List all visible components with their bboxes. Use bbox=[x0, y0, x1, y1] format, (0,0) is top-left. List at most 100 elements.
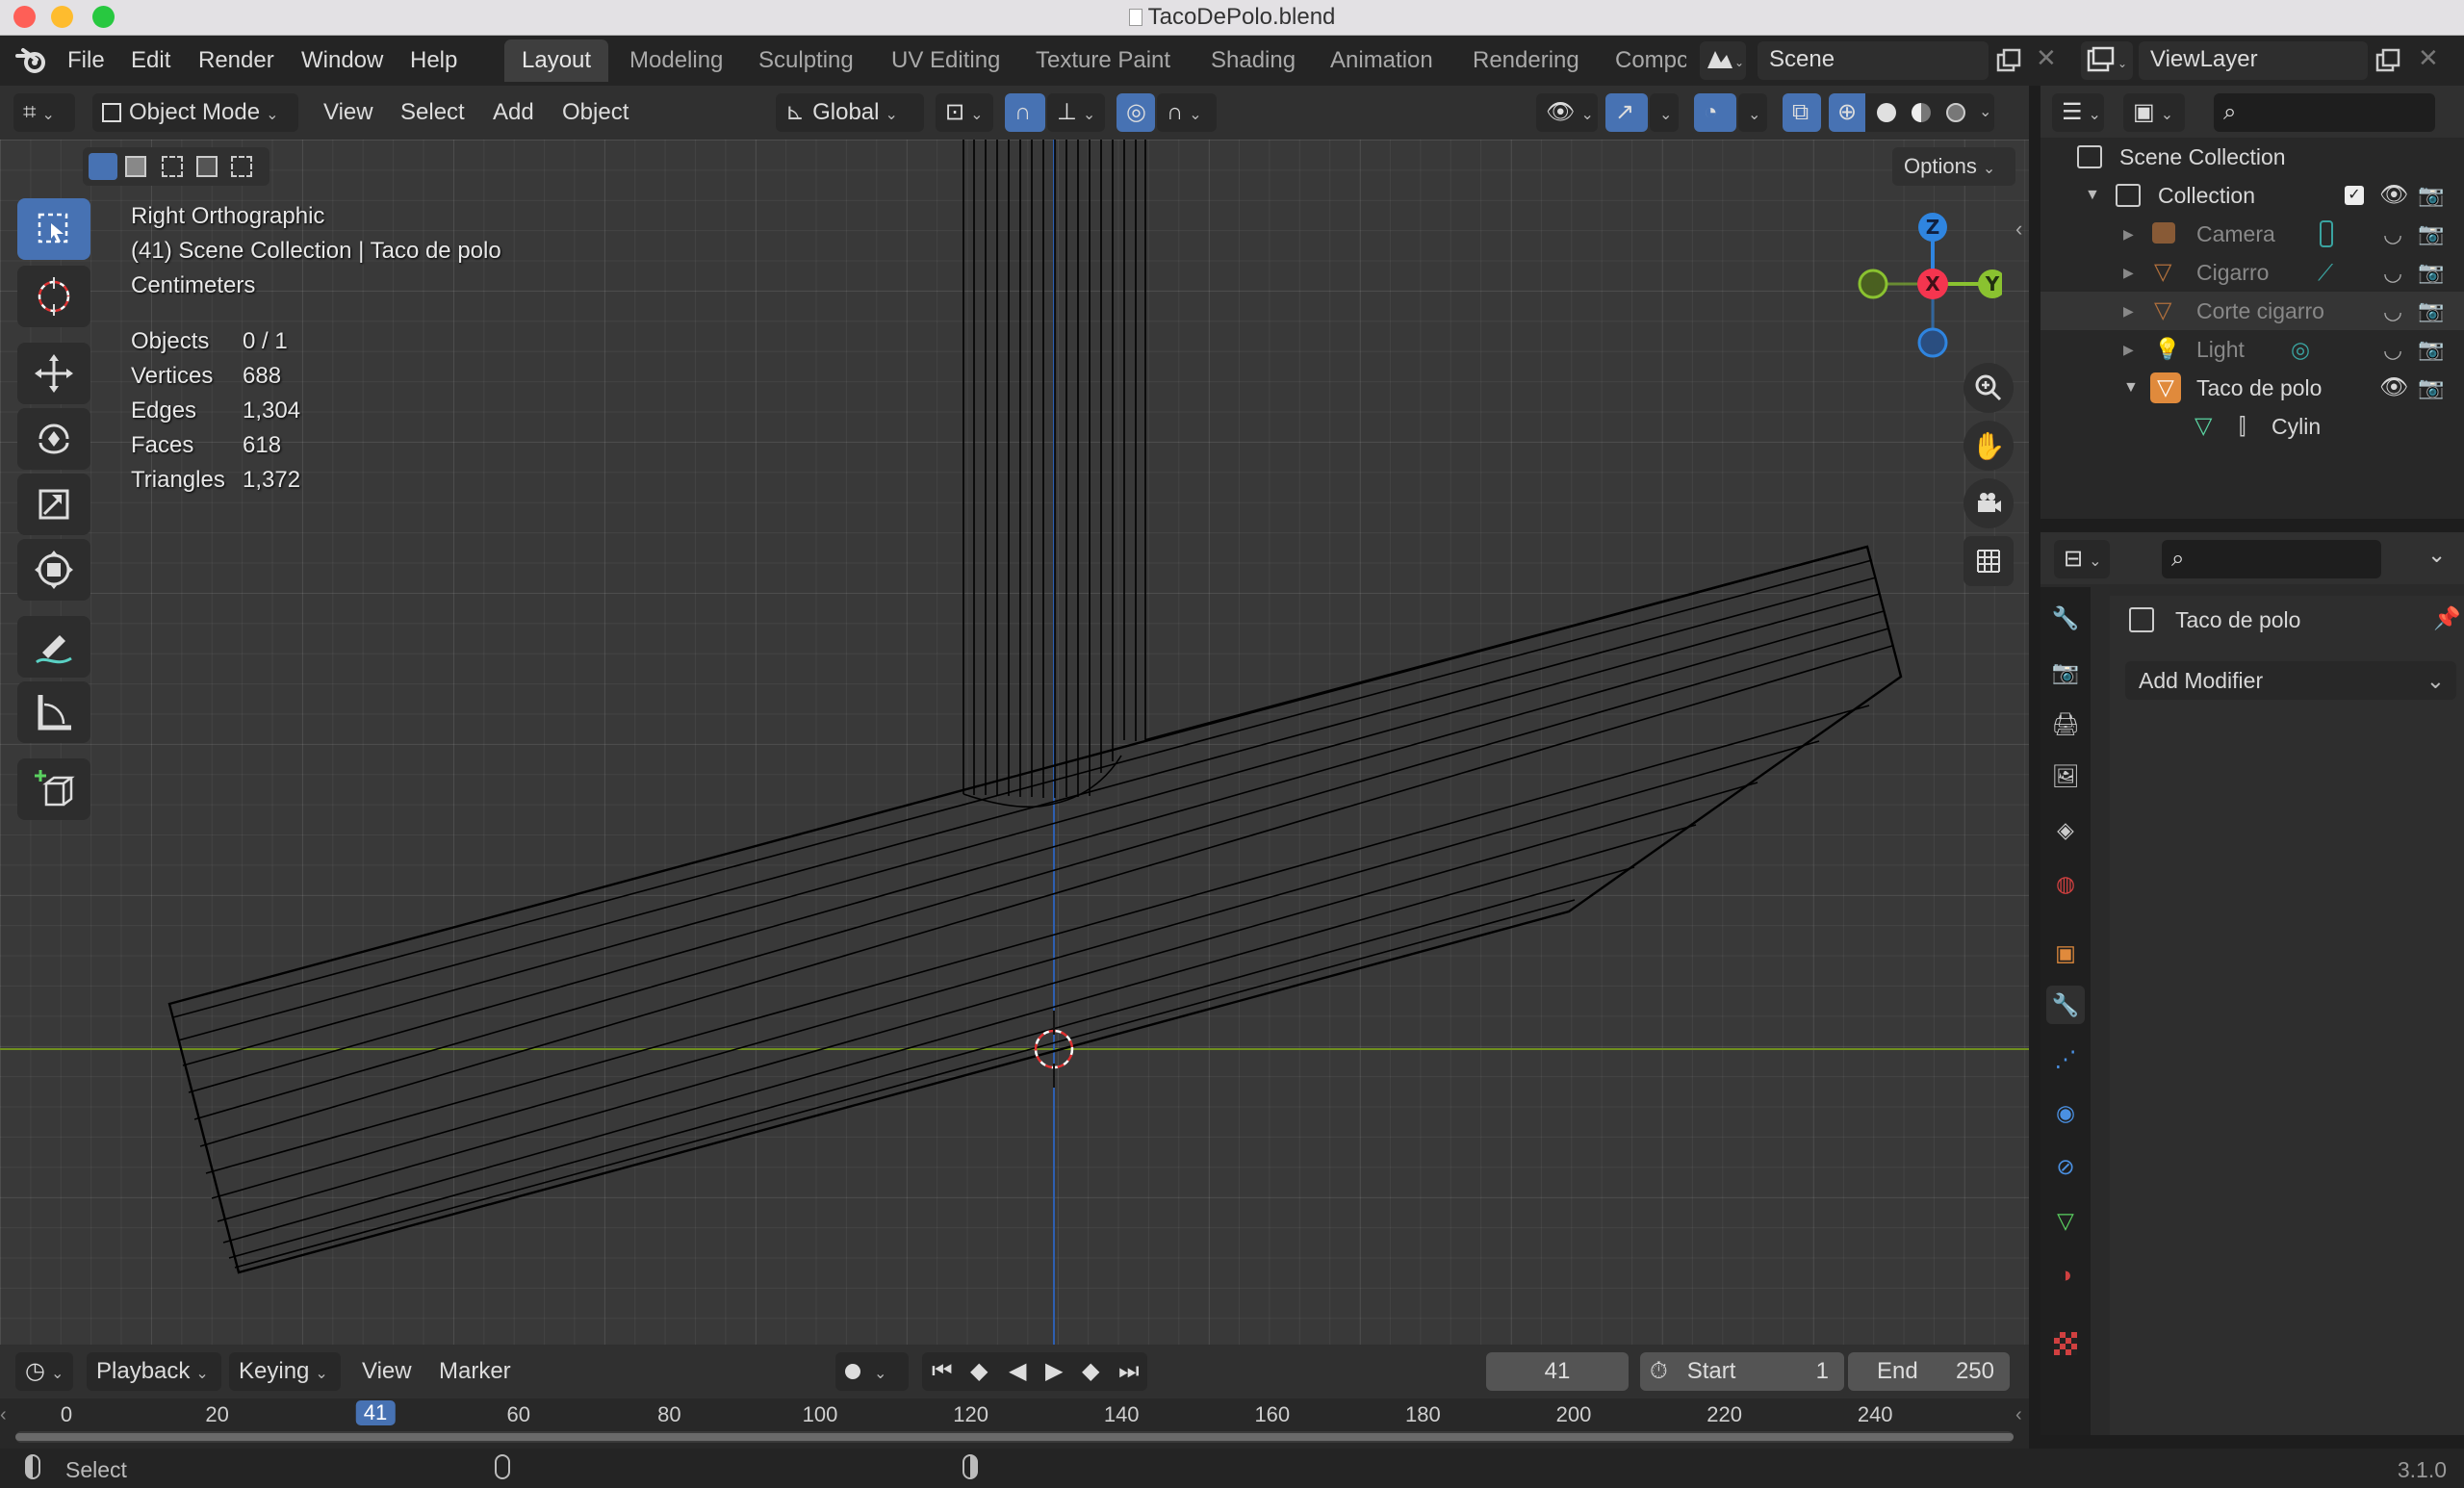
select-subtract-icon[interactable] bbox=[162, 156, 183, 177]
properties-options-icon[interactable]: ⌄ bbox=[2427, 542, 2446, 568]
remove-scene-icon[interactable]: ✕ bbox=[2036, 43, 2057, 73]
3d-viewport[interactable]: Options ⌄ Right Orthographic (41) Scene C… bbox=[0, 140, 2029, 1345]
workspace-tab-compositing[interactable]: Compc bbox=[1598, 39, 1686, 82]
select-extend-icon[interactable] bbox=[125, 156, 146, 177]
current-frame-marker[interactable]: 41 bbox=[355, 1400, 396, 1425]
outliner-item-light[interactable]: ▶ 💡 Light ◎ ◡ 📷 bbox=[2040, 330, 2464, 369]
snap-target-selector[interactable]: ⊥ ⌄ bbox=[1047, 93, 1105, 132]
navigation-gizmo[interactable]: Z Y X bbox=[1848, 203, 2002, 367]
pivot-point-selector[interactable]: ⊡ ⌄ bbox=[936, 93, 993, 132]
timeline-area[interactable]: 0 20 41 60 80 100 120 140 160 180 200 220 240 ‹ ‹ bbox=[0, 1398, 2029, 1449]
keying-menu[interactable]: Keying ⌄ bbox=[229, 1352, 341, 1391]
data-tab-icon[interactable]: ▽ bbox=[2046, 1201, 2085, 1240]
timeline-view-menu[interactable]: View bbox=[362, 1352, 412, 1391]
viewport-menu-select[interactable]: Select bbox=[400, 93, 465, 132]
scene-tab-icon[interactable]: ◈ bbox=[2046, 810, 2085, 849]
outliner-collection[interactable]: ▼ Collection ✓ 👁 📷 bbox=[2040, 176, 2464, 215]
texture-tab-icon[interactable] bbox=[2046, 1324, 2085, 1363]
viewport-menu-add[interactable]: Add bbox=[493, 93, 534, 132]
constraints-tab-icon[interactable]: ⊘ bbox=[2046, 1147, 2085, 1186]
select-box-tool[interactable] bbox=[17, 198, 90, 260]
options-dropdown[interactable]: Options ⌄ bbox=[1892, 147, 2015, 186]
outliner-item-cigarro[interactable]: ▶ ▽ Cigarro ⟋ ◡ 📷 bbox=[2040, 253, 2464, 292]
viewlayer-selector[interactable]: ⌄ bbox=[2081, 41, 2133, 80]
outliner-editor-type[interactable]: ☰ ⌄ bbox=[2052, 93, 2104, 132]
current-frame-field[interactable]: 41 bbox=[1486, 1352, 1629, 1391]
scene-name-field[interactable]: Scene bbox=[1758, 41, 1989, 80]
outliner-scene-collection[interactable]: Scene Collection bbox=[2040, 138, 2464, 176]
particles-tab-icon[interactable]: ⋰ bbox=[2046, 1039, 2085, 1078]
world-tab-icon[interactable]: ◍ bbox=[2046, 864, 2085, 903]
collection-checkbox[interactable]: ✓ bbox=[2345, 186, 2364, 205]
workspace-tab-shading[interactable]: Shading bbox=[1194, 39, 1313, 82]
jump-keyframe-back-icon[interactable]: ◆ bbox=[970, 1352, 988, 1391]
outliner-item-camera[interactable]: ▶ Camera ◡ 📷 bbox=[2040, 215, 2464, 253]
select-new-icon[interactable] bbox=[89, 153, 117, 180]
hidden-eye-icon[interactable]: ◡ bbox=[2383, 292, 2402, 330]
physics-tab-icon[interactable]: ◉ bbox=[2046, 1093, 2085, 1132]
scene-selector[interactable]: ⌄ bbox=[1700, 41, 1746, 80]
transform-orientation-selector[interactable]: ⊾ Global ⌄ bbox=[776, 93, 924, 132]
minimize-window-button[interactable] bbox=[51, 6, 73, 28]
add-modifier-button[interactable]: Add Modifier ⌄ bbox=[2125, 661, 2456, 700]
rendered-shading-button[interactable] bbox=[1946, 103, 1965, 122]
blender-logo-icon[interactable] bbox=[15, 46, 48, 75]
collection-expand-icon[interactable]: ▼ bbox=[2085, 176, 2100, 215]
measure-tool[interactable] bbox=[17, 681, 90, 743]
workspace-tab-rendering[interactable]: Rendering bbox=[1455, 39, 1597, 82]
scale-tool[interactable] bbox=[17, 474, 90, 535]
workspace-tab-texture-paint[interactable]: Texture Paint bbox=[1018, 39, 1188, 82]
properties-editor-type[interactable]: ⊟ ⌄ bbox=[2054, 540, 2110, 578]
render-camera-icon[interactable]: 📷 bbox=[2418, 369, 2444, 407]
workspace-tab-layout[interactable]: Layout bbox=[504, 39, 609, 82]
viewport-menu-view[interactable]: View bbox=[323, 93, 373, 132]
sidebar-toggle-icon[interactable]: ‹ bbox=[2015, 217, 2022, 242]
start-frame-field[interactable]: ⏱ Start 1 bbox=[1640, 1352, 1844, 1391]
workspace-tab-modeling[interactable]: Modeling bbox=[612, 39, 740, 82]
scroll-right-icon[interactable]: ‹ bbox=[2015, 1404, 2022, 1426]
cursor-tool[interactable] bbox=[17, 266, 90, 327]
expand-icon[interactable]: ▶ bbox=[2123, 292, 2134, 330]
menu-window[interactable]: Window bbox=[301, 47, 383, 74]
expand-icon[interactable]: ▶ bbox=[2123, 330, 2134, 369]
camera-view-icon[interactable] bbox=[1964, 478, 2014, 528]
jump-keyframe-forward-icon[interactable]: ◆ bbox=[1082, 1352, 1099, 1391]
jump-end-icon[interactable]: ⏭ bbox=[1118, 1352, 1140, 1391]
object-tab-icon[interactable]: ▣ bbox=[2046, 934, 2085, 972]
overlays-options[interactable]: ⌄ bbox=[1738, 93, 1767, 132]
falloff-selector[interactable]: ∩ ⌄ bbox=[1157, 93, 1217, 132]
collapse-icon[interactable]: ▼ bbox=[2123, 369, 2139, 407]
new-scene-icon[interactable] bbox=[1994, 47, 2023, 76]
play-icon[interactable]: ▶ bbox=[1045, 1352, 1063, 1391]
new-viewlayer-icon[interactable] bbox=[2374, 47, 2402, 76]
render-camera-icon[interactable]: 📷 bbox=[2418, 330, 2444, 369]
auto-keying-toggle[interactable]: ⌄ bbox=[835, 1352, 909, 1391]
rotate-tool[interactable] bbox=[17, 408, 90, 470]
workspace-tab-animation[interactable]: Animation bbox=[1313, 39, 1450, 82]
gizmo-options[interactable]: ⌄ bbox=[1650, 93, 1679, 132]
tool-tab-icon[interactable]: 🔧 bbox=[2046, 599, 2085, 637]
xray-toggle[interactable]: ⧉ bbox=[1783, 93, 1821, 132]
workspace-tab-sculpting[interactable]: Sculpting bbox=[741, 39, 871, 82]
menu-help[interactable]: Help bbox=[410, 47, 457, 74]
render-camera-icon[interactable]: 📷 bbox=[2418, 253, 2444, 292]
menu-file[interactable]: File bbox=[67, 47, 105, 74]
end-frame-field[interactable]: End 250 bbox=[1848, 1352, 2010, 1391]
add-cube-tool[interactable] bbox=[17, 758, 90, 820]
snap-toggle[interactable]: ∩ bbox=[1005, 93, 1045, 132]
hidden-eye-icon[interactable]: ◡ bbox=[2383, 253, 2402, 292]
timeline-marker-menu[interactable]: Marker bbox=[439, 1352, 511, 1391]
gizmo-toggle[interactable]: ↗ bbox=[1605, 93, 1648, 132]
solid-shading-button[interactable] bbox=[1877, 103, 1896, 122]
scrollbar-thumb[interactable] bbox=[15, 1433, 2014, 1441]
viewlayer-name-field[interactable]: ViewLayer bbox=[2139, 41, 2368, 80]
play-reverse-icon[interactable]: ◀ bbox=[1009, 1352, 1026, 1391]
move-tool[interactable] bbox=[17, 343, 90, 404]
hidden-eye-icon[interactable]: ◡ bbox=[2383, 215, 2402, 253]
editor-type-selector[interactable]: ⌗ ⌄ bbox=[13, 93, 75, 132]
outliner-item-taco-de-polo[interactable]: ▼ ▽ Taco de polo 👁 📷 bbox=[2040, 369, 2464, 407]
expand-icon[interactable]: ▶ bbox=[2123, 215, 2134, 253]
visibility-eye-icon[interactable]: 👁 bbox=[2379, 369, 2408, 407]
overlays-toggle[interactable]: ◔ bbox=[1694, 93, 1736, 132]
close-window-button[interactable] bbox=[13, 6, 36, 28]
